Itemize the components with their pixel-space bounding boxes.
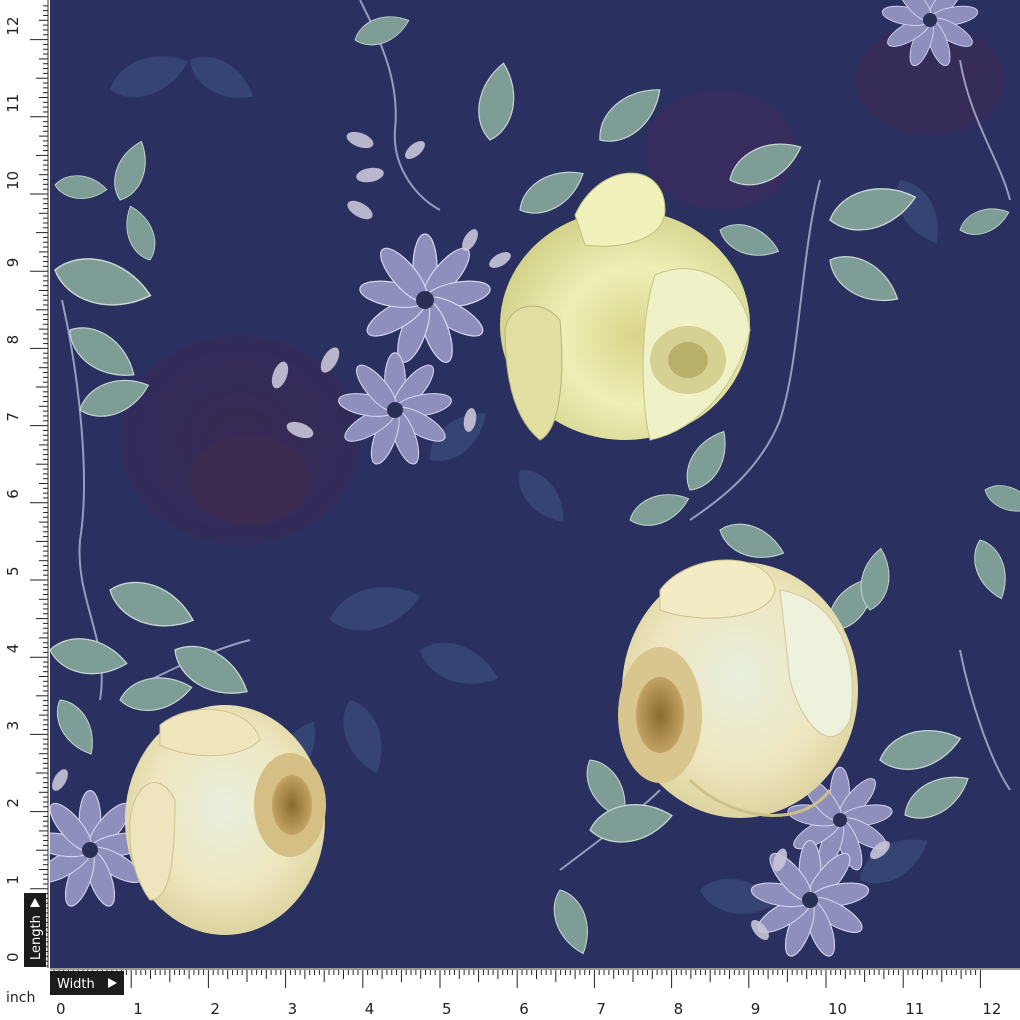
width-ruler-number: 5 [442,1000,452,1018]
width-ruler-number: 1 [133,1000,143,1018]
width-ruler-number: 4 [365,1000,375,1018]
length-ruler-number: 11 [4,94,22,113]
length-ruler-number: 9 [4,258,22,268]
width-ruler-number: 2 [210,1000,220,1018]
width-ruler-number: 6 [519,1000,529,1018]
length-ruler-number: 0 [4,952,22,962]
width-ruler-number: 10 [828,1000,847,1018]
length-ruler-number: 4 [4,644,22,654]
width-ruler-number: 9 [751,1000,761,1018]
width-ruler-number: 8 [674,1000,684,1018]
width-label: Width [57,977,95,992]
length-ruler-number: 7 [4,412,22,422]
length-label: Length [29,915,44,960]
length-tag: Length [24,893,46,967]
length-ruler-number: 6 [4,489,22,499]
length-ruler-number: 8 [4,335,22,345]
length-ruler-number: 10 [4,171,22,190]
width-ruler-number: 12 [982,1000,1001,1018]
length-ruler-number: 5 [4,566,22,576]
length-ruler-number: 12 [4,17,22,36]
length-ruler-number: 1 [4,875,22,885]
length-ruler: 0123456789101112 Length [0,0,50,968]
width-tag: Width [50,971,124,995]
unit-label: inch [6,990,35,1006]
width-ruler: 0 1 2 3 4 5 6 7 8 9 10 11 12 Width inch [0,968,1020,1020]
fabric-sample-image: 0123456789101112 Length 0 1 2 3 4 5 6 7 8 9 10 11 12… [0,0,1020,1020]
length-ruler-number: 2 [4,798,22,808]
width-ruler-number: 0 [56,1000,66,1018]
length-ruler-number: 3 [4,721,22,731]
cream-rose-small [125,705,326,935]
width-ruler-number: 7 [596,1000,606,1018]
width-ruler-number: 11 [905,1000,924,1018]
width-ruler-number: 3 [288,1000,298,1018]
